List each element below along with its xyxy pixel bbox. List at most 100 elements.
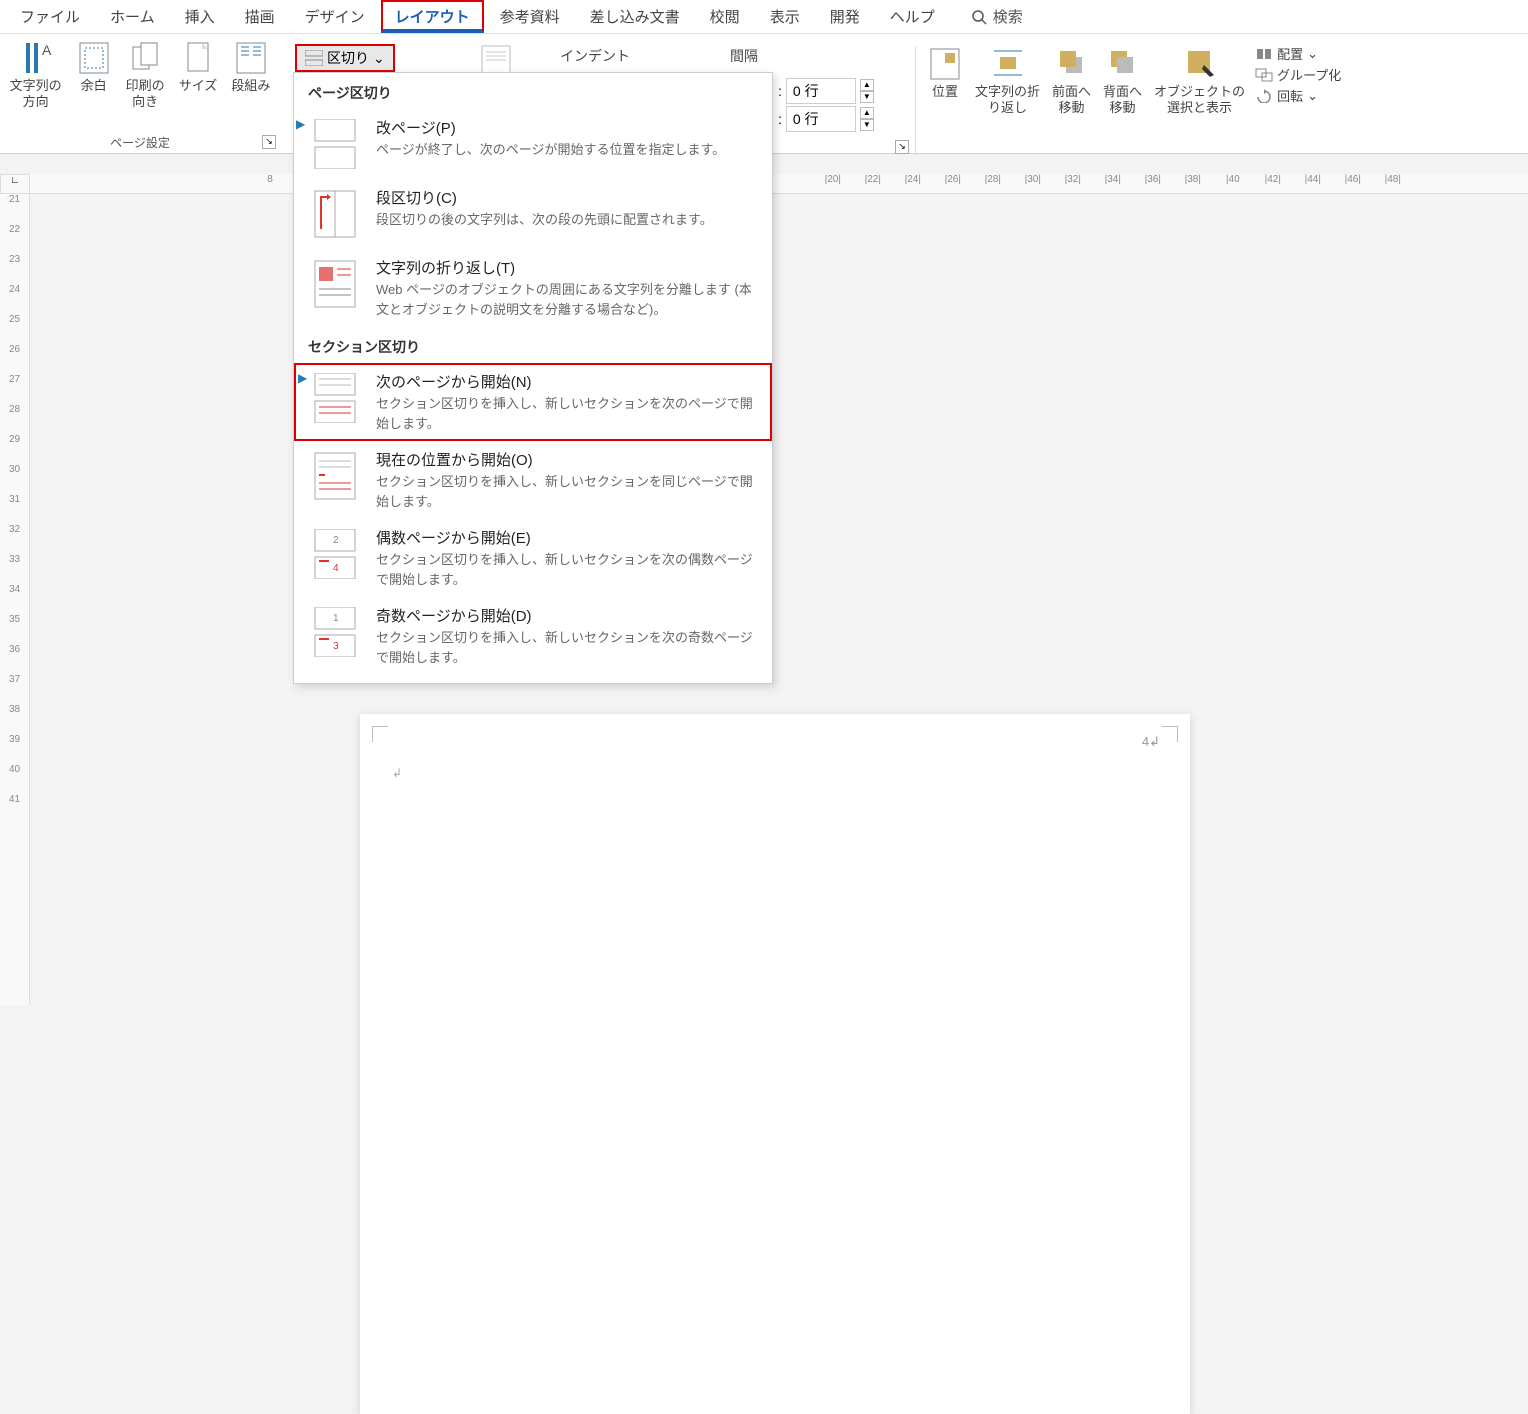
text-direction-label: 文字列の方向 — [10, 78, 62, 109]
page-number: 4↲ — [1142, 734, 1160, 750]
even-page-icon: 24 — [308, 527, 362, 581]
spacing-before-label: : — [778, 83, 782, 99]
dropdown-item-next-page[interactable]: ▶ 次のページから開始(N) セクション区切りを挿入し、新しいセクションを次のペ… — [294, 363, 772, 441]
columns-icon — [233, 40, 269, 76]
dropdown-item-title: 次のページから開始(N) — [376, 371, 758, 392]
svg-text:3: 3 — [333, 641, 339, 652]
menu-draw[interactable]: 描画 — [231, 0, 289, 33]
rotate-icon — [1255, 89, 1273, 103]
margins-icon — [76, 40, 112, 76]
menu-mailings[interactable]: 差し込み文書 — [576, 0, 694, 33]
size-icon — [180, 40, 216, 76]
document-page[interactable]: 4↲ ↲ — [360, 714, 1190, 1414]
dropdown-item-title: 段区切り(C) — [376, 187, 758, 208]
text-direction-icon: A — [18, 40, 54, 76]
margins-button[interactable]: 余白 — [74, 38, 114, 111]
spacing-after-input[interactable] — [786, 106, 856, 132]
selection-pane-button[interactable]: オブジェクトの選択と表示 — [1152, 44, 1247, 117]
menu-developer[interactable]: 開発 — [816, 0, 874, 33]
wrap-label: 文字列の折り返し — [975, 84, 1040, 115]
orientation-button[interactable]: 印刷の向き — [124, 38, 167, 111]
column-break-icon — [308, 187, 362, 241]
wrap-icon — [990, 46, 1026, 82]
send-backward-button[interactable]: 背面へ移動 — [1101, 44, 1144, 117]
menu-references[interactable]: 参考資料 — [486, 0, 574, 33]
dropdown-item-title: 偶数ページから開始(E) — [376, 527, 758, 548]
group-label: グループ化 — [1277, 65, 1341, 84]
menu-help[interactable]: ヘルプ — [876, 0, 949, 33]
svg-text:1: 1 — [333, 613, 339, 624]
dropdown-section-section-breaks: セクション区切り — [294, 327, 772, 363]
breaks-dropdown: ページ区切り ▶ 改ページ(P) ページが終了し、次のページが開始する位置を指定… — [293, 72, 773, 684]
continuous-icon — [308, 449, 362, 503]
spacing-header: 間隔 — [730, 46, 758, 66]
dropdown-item-page-break[interactable]: ▶ 改ページ(P) ページが終了し、次のページが開始する位置を指定します。 — [294, 109, 772, 179]
chevron-down-icon: ⌄ — [1307, 46, 1318, 62]
dropdown-item-odd-page[interactable]: 13 奇数ページから開始(D) セクション区切りを挿入し、新しいセクションを次の… — [294, 597, 772, 675]
search-box[interactable]: 検索 — [971, 6, 1023, 27]
selection-indicator-icon: ▶ — [296, 117, 305, 131]
menu-file[interactable]: ファイル — [6, 0, 94, 33]
group-button[interactable]: グループ化 — [1255, 65, 1341, 84]
chevron-down-icon: ⌄ — [373, 50, 385, 67]
margin-mark-top-right — [1162, 726, 1178, 742]
svg-text:2: 2 — [333, 535, 339, 546]
columns-label: 段組み — [231, 78, 270, 94]
dropdown-item-text-wrapping[interactable]: 文字列の折り返し(T) Web ページのオブジェクトの周囲にある文字列を分離しま… — [294, 249, 772, 327]
dropdown-item-title: 奇数ページから開始(D) — [376, 605, 758, 626]
dropdown-item-desc: Web ページのオブジェクトの周囲にある文字列を分離します (本文とオブジェクト… — [376, 280, 758, 319]
menu-insert[interactable]: 挿入 — [171, 0, 229, 33]
menu-home[interactable]: ホーム — [96, 0, 169, 33]
ruler-corner: ∟ — [0, 174, 30, 194]
position-button[interactable]: 位置 — [925, 44, 965, 117]
margin-mark-top-left — [372, 726, 388, 742]
margins-label: 余白 — [81, 78, 107, 94]
vertical-ruler[interactable]: 2122232425262728293031323334353637383940… — [0, 194, 30, 1005]
menu-review[interactable]: 校閲 — [696, 0, 754, 33]
page-setup-launcher[interactable]: ↘ — [262, 135, 276, 149]
align-button[interactable]: 配置⌄ — [1255, 44, 1341, 63]
rotate-label: 回転 — [1277, 86, 1303, 105]
next-page-icon — [308, 371, 362, 425]
dropdown-item-continuous[interactable]: 現在の位置から開始(O) セクション区切りを挿入し、新しいセクションを同じページ… — [294, 441, 772, 519]
breaks-icon — [305, 50, 323, 66]
spacing-before-down[interactable]: ▼ — [860, 91, 874, 103]
send-backward-icon — [1105, 46, 1141, 82]
ribbon-group-page-setup: A 文字列の方向 余白 印刷の向き サイズ 段組み ページ設定 ↘ — [0, 34, 280, 153]
search-label: 検索 — [993, 6, 1023, 27]
odd-page-icon: 13 — [308, 605, 362, 659]
dropdown-item-column-break[interactable]: 段区切り(C) 段区切りの後の文字列は、次の段の先頭に配置されます。 — [294, 179, 772, 249]
wrap-text-button[interactable]: 文字列の折り返し — [973, 44, 1042, 117]
dropdown-item-desc: セクション区切りを挿入し、新しいセクションを次の偶数ページで開始します。 — [376, 550, 758, 589]
dropdown-item-even-page[interactable]: 24 偶数ページから開始(E) セクション区切りを挿入し、新しいセクションを次の… — [294, 519, 772, 597]
dropdown-item-desc: セクション区切りを挿入し、新しいセクションを次の奇数ページで開始します。 — [376, 628, 758, 667]
spacing-after-up[interactable]: ▲ — [860, 107, 874, 119]
svg-text:A: A — [42, 42, 52, 58]
dropdown-item-desc: ページが終了し、次のページが開始する位置を指定します。 — [376, 140, 758, 160]
paragraph-launcher[interactable]: ↘ — [895, 140, 909, 154]
selection-indicator-icon: ▶ — [298, 371, 307, 385]
size-button[interactable]: サイズ — [177, 38, 220, 111]
page-setup-group-label: ページ設定 — [110, 134, 170, 151]
menu-design[interactable]: デザイン — [291, 0, 379, 33]
breaks-button[interactable]: 区切り ⌄ — [295, 44, 395, 72]
align-label: 配置 — [1277, 44, 1303, 63]
bring-forward-label: 前面へ移動 — [1052, 84, 1091, 115]
send-backward-label: 背面へ移動 — [1103, 84, 1142, 115]
menu-bar: ファイル ホーム 挿入 描画 デザイン レイアウト 参考資料 差し込み文書 校閲… — [0, 0, 1528, 34]
menu-view[interactable]: 表示 — [756, 0, 814, 33]
bring-forward-icon — [1054, 46, 1090, 82]
dropdown-item-title: 改ページ(P) — [376, 117, 758, 138]
rotate-button[interactable]: 回転⌄ — [1255, 86, 1341, 105]
dropdown-item-desc: セクション区切りを挿入し、新しいセクションを次のページで開始します。 — [376, 394, 758, 433]
spacing-before-up[interactable]: ▲ — [860, 79, 874, 91]
spacing-after-down[interactable]: ▼ — [860, 119, 874, 131]
size-label: サイズ — [179, 78, 218, 94]
menu-layout[interactable]: レイアウト — [381, 0, 484, 33]
columns-button[interactable]: 段組み — [229, 38, 272, 111]
bring-forward-button[interactable]: 前面へ移動 — [1050, 44, 1093, 117]
breaks-label: 区切り — [327, 48, 369, 68]
horizontal-ruler[interactable]: 8|6| |20||22||24||26||28||30||32||34||36… — [30, 174, 1528, 194]
text-direction-button[interactable]: A 文字列の方向 — [8, 38, 64, 111]
spacing-before-input[interactable] — [786, 78, 856, 104]
